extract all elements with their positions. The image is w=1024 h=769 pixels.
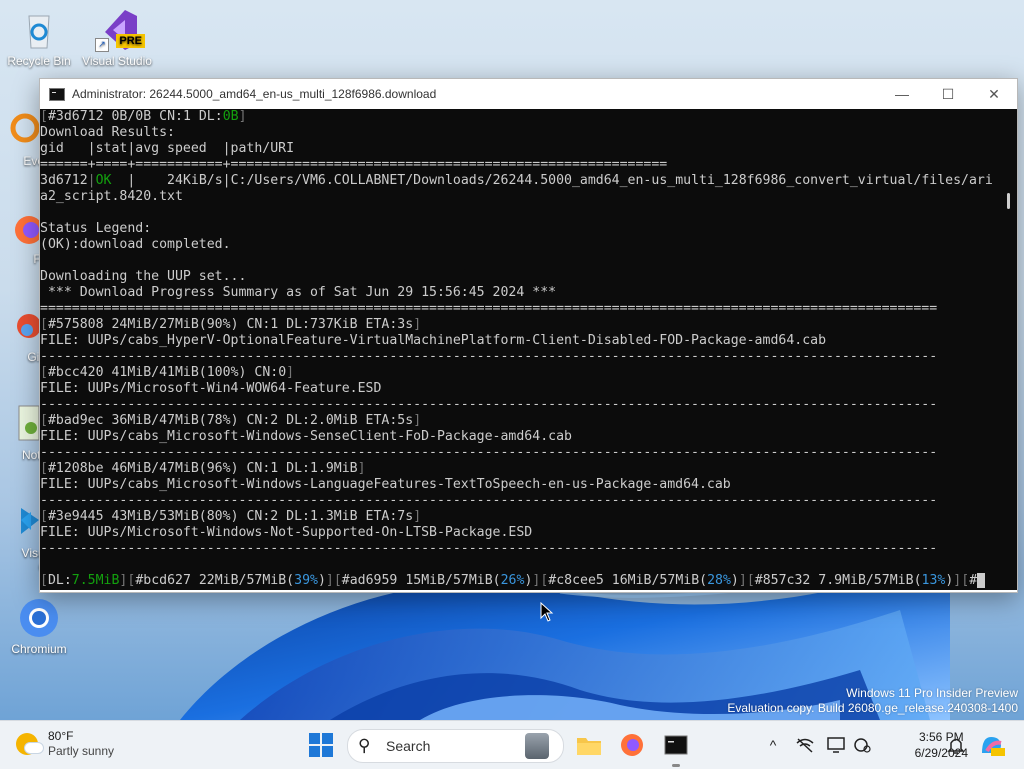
partly-sunny-icon [16, 733, 44, 755]
git-bash-icon [0, 304, 41, 348]
console-line: ----------------------------------------… [40, 541, 938, 556]
start-button[interactable] [305, 729, 337, 761]
show-hidden-icons-button[interactable]: ^ [757, 729, 789, 761]
console-line: ----------------------------------------… [40, 445, 938, 460]
monitor-icon [827, 737, 845, 753]
download-status-line: [#575808 24MiB/27MiB(90%) CN:1 DL:737KiB… [40, 317, 422, 332]
console-output[interactable]: [#3d6712 0B/0B CN:1 DL:0B] Download Resu… [40, 109, 1000, 590]
window-title: Administrator: 26244.5000_amd64_en-us_mu… [72, 87, 437, 101]
firefox-taskbar-button[interactable] [616, 729, 648, 761]
console-line: *** Download Progress Summary as of Sat … [40, 285, 557, 300]
copilot-pre-icon [982, 737, 1005, 756]
sync-settings-icon [854, 738, 871, 753]
notepad-plus-plus-icon [0, 402, 41, 446]
recycle-bin-label: Recycle Bin [7, 54, 71, 68]
download-status-line: [#bcc420 41MiB/41MiB(100%) CN:0] [40, 365, 295, 380]
console-line: (OK):download completed. [40, 237, 231, 252]
download-status-line: [#1208be 46MiB/47MiB(96%) CN:1 DL:1.9MiB… [40, 461, 366, 476]
folder-icon [577, 738, 601, 755]
console-line-result-row: 3d6712|OK | 24KiB/s|C:/Users/VM6.COLLABN… [40, 173, 993, 188]
network-button[interactable] [789, 729, 821, 761]
console-line-top-status: [#3d6712 0B/0B CN:1 DL:0B] [40, 109, 247, 124]
minimize-button[interactable]: — [879, 79, 925, 109]
mouse-cursor-icon [540, 601, 554, 627]
download-status-line: [#bad9ec 36MiB/47MiB(78%) CN:2 DL:2.0MiB… [40, 413, 422, 428]
command-prompt-icon [49, 87, 65, 101]
search-icon: ⚲ [358, 736, 371, 755]
console-line-bottom-status: [DL:7.5MiB][#bcd627 22MiB/57MiB(39%)][#a… [40, 573, 1000, 589]
download-status-line: [#3e9445 43MiB/53MiB(80%) CN:2 DL:1.3MiB… [40, 509, 422, 524]
watermark-build: Evaluation copy. Build 26080.ge_release.… [727, 701, 1018, 715]
vs-code-icon [0, 500, 41, 544]
copilot-button[interactable] [976, 729, 1008, 761]
weather-temperature: 80°F [48, 729, 74, 743]
firefox-icon [0, 206, 43, 250]
console-line: ----------------------------------------… [40, 397, 938, 412]
maximize-button[interactable]: ☐ [925, 79, 971, 109]
shortcut-arrow-icon: ↗ [95, 38, 109, 52]
visual-studio-preview-icon: PRE ↗ [95, 8, 145, 52]
console-line: Status Legend: [40, 221, 152, 236]
bell-icon [947, 738, 965, 754]
firefox-icon [621, 734, 643, 756]
console-line: Download Results: [40, 125, 175, 140]
download-file-line: FILE: UUPs/cabs_Microsoft-Windows-Langua… [40, 477, 731, 492]
chromium-icon [17, 596, 61, 640]
console-line: Downloading the UUP set... [40, 269, 247, 284]
sync-button[interactable] [846, 729, 878, 761]
desktop-icon-chromium[interactable]: Chromium [4, 596, 74, 656]
scrollbar-thumb[interactable] [1007, 193, 1010, 209]
console-scrollbar[interactable] [1000, 109, 1017, 590]
pre-badge: PRE [116, 34, 145, 48]
console-line: ----------------------------------------… [40, 493, 938, 508]
chromium-label: Chromium [11, 642, 67, 656]
close-button[interactable]: ✕ [971, 79, 1017, 109]
desktop-icon-visual-studio[interactable]: PRE ↗ Visual Studio [82, 8, 152, 68]
search-input[interactable] [384, 737, 518, 755]
command-prompt-icon [664, 735, 688, 755]
download-file-line: FILE: UUPs/Microsoft-Windows-Not-Support… [40, 525, 533, 540]
taskbar: 80°F Partly sunny ⚲ ^ 3:56 PM 6/29/2024 [0, 720, 1024, 769]
visual-studio-label: Visual Studio [82, 54, 152, 68]
recycle-bin-icon [17, 8, 61, 52]
weather-condition: Partly sunny [48, 744, 115, 758]
chevron-up-icon: ^ [769, 737, 777, 753]
everything-search-icon [0, 108, 41, 152]
console-line: gid |stat|avg speed |path/URI [40, 141, 295, 156]
download-file-line: FILE: UUPs/cabs_Microsoft-Windows-SenseC… [40, 429, 572, 444]
network-disconnected-icon [796, 738, 814, 753]
console-line: ========================================… [40, 301, 938, 316]
console-line: ----------------------------------------… [40, 349, 938, 364]
desktop-icon-recycle-bin[interactable]: Recycle Bin [4, 8, 74, 68]
taskbar-search[interactable]: ⚲ [347, 729, 564, 763]
download-file-line: FILE: UUPs/Microsoft-Win4-WOW64-Feature.… [40, 381, 382, 396]
weather-widget[interactable]: 80°F Partly sunny [16, 729, 114, 759]
watermark-edition: Windows 11 Pro Insider Preview [846, 686, 1018, 700]
console-line: ======+====+===========+================… [40, 157, 668, 172]
notifications-button[interactable] [940, 729, 972, 761]
running-indicator [672, 764, 680, 767]
window-controls: — ☐ ✕ [879, 79, 1017, 109]
search-highlight-icon [525, 733, 549, 759]
file-explorer-button[interactable] [573, 729, 605, 761]
window-titlebar[interactable]: Administrator: 26244.5000_amd64_en-us_mu… [40, 79, 1017, 109]
console-window[interactable]: Administrator: 26244.5000_amd64_en-us_mu… [39, 78, 1018, 593]
download-file-line: FILE: UUPs/cabs_HyperV-OptionalFeature-V… [40, 333, 827, 348]
terminal-taskbar-button[interactable] [660, 729, 692, 761]
windows-watermark: Windows 11 Pro Insider Preview Evaluatio… [727, 686, 1018, 716]
windows-logo-icon [309, 733, 333, 757]
console-line: a2_script.8420.txt [40, 189, 183, 204]
